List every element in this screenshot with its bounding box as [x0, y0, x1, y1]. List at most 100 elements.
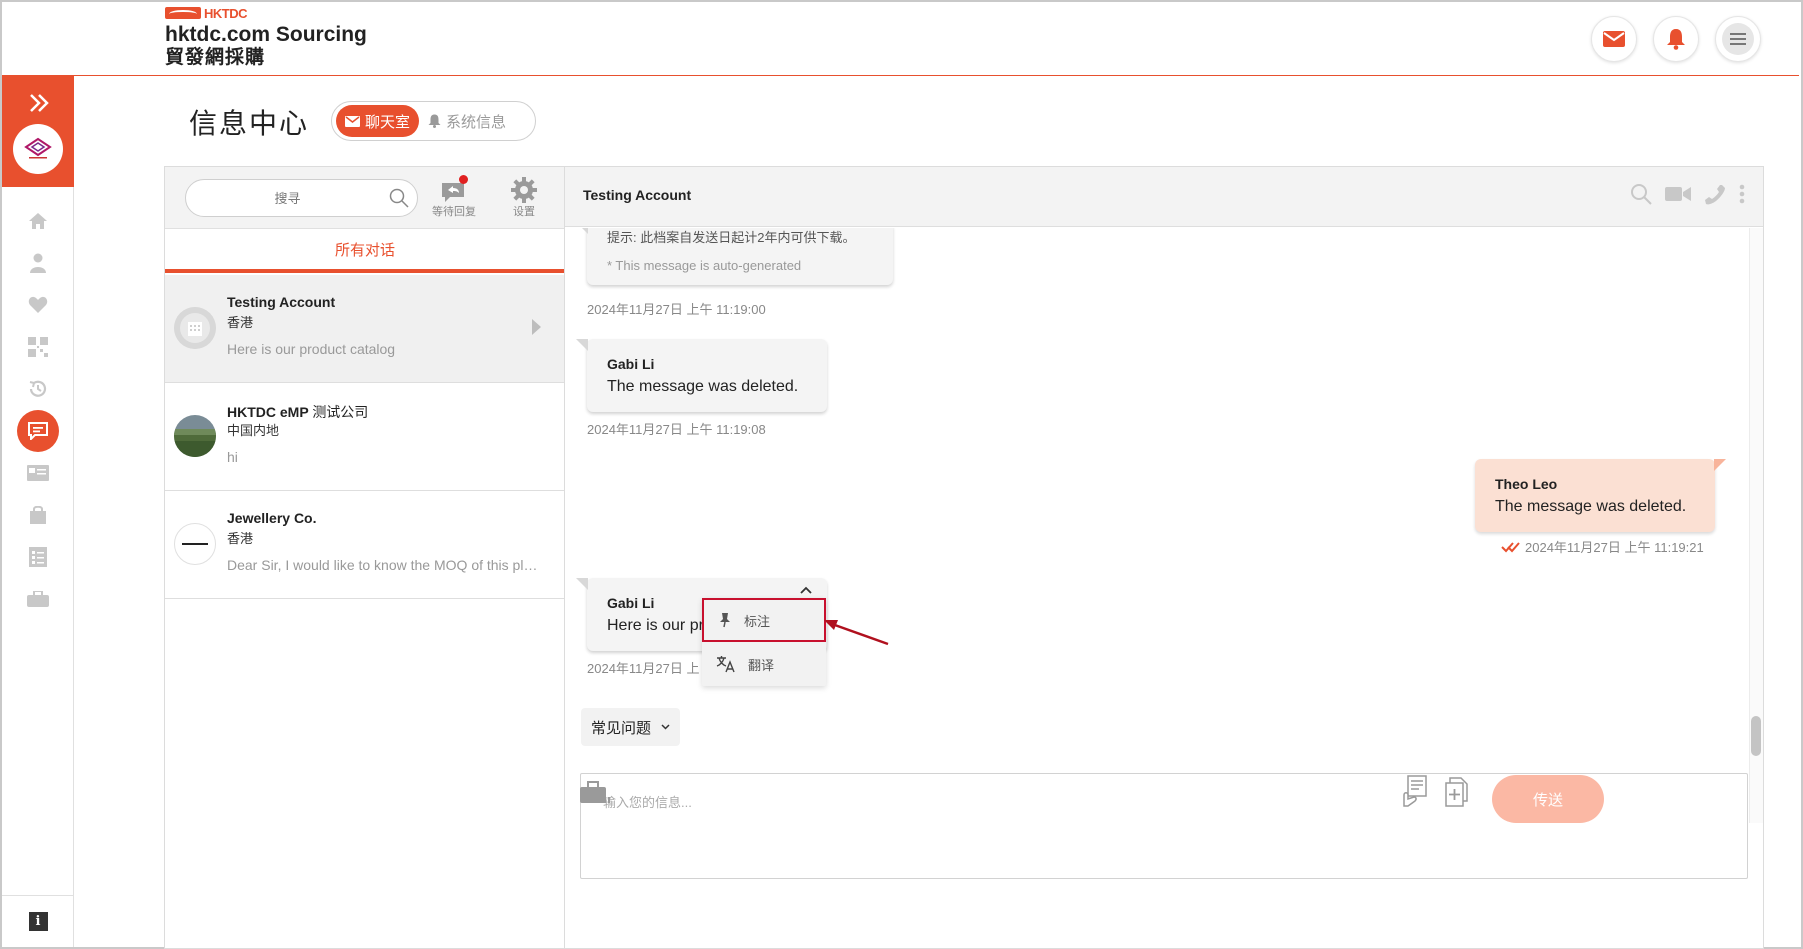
id-card-icon: [27, 465, 49, 481]
system-message: 提示: 此档案自发送日起计2年内可供下载。 * This message is …: [576, 228, 893, 285]
envelope-icon: [345, 115, 360, 127]
brand-english: hktdc.com Sourcing: [165, 23, 367, 46]
sidebar-header: [2, 76, 74, 187]
more-vertical-icon[interactable]: [1739, 184, 1745, 204]
conversation-name: Jewellery Co.: [227, 510, 317, 526]
conversation-region: 香港: [227, 531, 254, 546]
pending-reply-button[interactable]: 等待回复: [426, 173, 482, 219]
home-icon: [29, 213, 47, 229]
pin-message-option[interactable]: 标注: [702, 598, 826, 642]
company-logo-icon: [182, 543, 208, 545]
message-center-tabs: 聊天室 系统信息: [331, 101, 536, 141]
sidebar-item-briefcase[interactable]: [2, 578, 74, 620]
faq-label: 常见问题: [591, 719, 652, 737]
chat-title: Testing Account: [583, 187, 692, 203]
settings-button[interactable]: 设置: [496, 173, 552, 219]
outgoing-message[interactable]: Theo Leo The message was deleted.: [1475, 459, 1726, 532]
sidebar-item-checklist[interactable]: [2, 536, 74, 578]
conversation-item[interactable]: HKTDC eMP 测试公司 中国内地 hi: [165, 383, 565, 491]
sidebar-item-cards[interactable]: [2, 452, 74, 494]
message-list: 提示: 此档案自发送日起计2年内可供下载。 * This message is …: [565, 228, 1763, 823]
double-chevron-right-icon: [30, 94, 49, 112]
conversation-region: 香港: [227, 315, 254, 330]
add-document-icon: [1445, 777, 1468, 807]
avatar: [174, 307, 216, 349]
catalog-share-button[interactable]: [579, 781, 611, 810]
sidebar-item-home[interactable]: [2, 200, 74, 242]
send-button[interactable]: 传送: [1492, 775, 1604, 823]
checklist-icon: [29, 547, 47, 567]
translate-message-option[interactable]: 翻译: [702, 642, 826, 686]
tab-chatroom-label: 聊天室: [365, 113, 411, 131]
mail-button[interactable]: [1591, 16, 1637, 62]
message-timestamp: 2024年11月27日 上: [587, 661, 700, 676]
shopping-bag-icon: [30, 506, 46, 524]
company-avatar[interactable]: [13, 124, 63, 174]
conversation-name: HKTDC eMP 测试公司: [227, 404, 369, 420]
notification-button[interactable]: [1653, 16, 1699, 62]
attach-file-button[interactable]: [1445, 777, 1471, 812]
conversation-list-panel: 等待回复 设置 所有对话 Testing Account 香港 Here is …: [164, 166, 565, 949]
bell-icon: [428, 114, 441, 128]
conversation-region: 中国内地: [227, 423, 280, 438]
sidebar-item-favourites[interactable]: [2, 284, 74, 326]
message-timestamp: 2024年11月27日 上午 11:19:21: [1525, 540, 1704, 555]
document-hand-icon: [1403, 775, 1427, 807]
menu-button[interactable]: [1715, 16, 1761, 62]
conversation-name: Testing Account: [227, 294, 336, 310]
info-icon[interactable]: i: [28, 912, 48, 931]
mail-icon: [1603, 31, 1625, 47]
heart-icon: [28, 296, 48, 313]
search-input[interactable]: [200, 186, 375, 210]
message-timestamp: 2024年11月27日 上午 11:19:08: [587, 422, 766, 437]
tab-system-messages-label: 系统信息: [446, 113, 507, 131]
message-body: The message was deleted.: [1495, 498, 1687, 515]
pin-label: 标注: [744, 613, 771, 629]
system-message-text: 提示: 此档案自发送日起计2年内可供下载。: [607, 230, 856, 245]
unread-indicator-dot: [459, 175, 468, 184]
sidebar-footer: i: [2, 895, 74, 947]
tab-chatroom[interactable]: 聊天室: [336, 105, 420, 137]
landscape-photo-icon: [174, 415, 216, 457]
sidebar-item-orders[interactable]: [2, 494, 74, 536]
expand-sidebar-button[interactable]: [28, 92, 50, 118]
conversation-item[interactable]: Jewellery Co. 香港 Dear Sir, I would like …: [165, 491, 565, 599]
conversation-item[interactable]: Testing Account 香港 Here is our product c…: [165, 275, 565, 383]
pin-icon: [720, 613, 730, 628]
message-context-menu: 标注 翻译: [702, 598, 826, 686]
left-sidebar: i: [2, 76, 74, 947]
search-icon[interactable]: [1630, 183, 1652, 205]
hamburger-icon: [1730, 33, 1746, 45]
auto-generated-note: * This message is auto-generated: [607, 258, 802, 273]
sidebar-item-messages[interactable]: [2, 410, 74, 452]
chevron-up-icon[interactable]: [798, 583, 814, 597]
sidebar-item-history[interactable]: [2, 368, 74, 410]
search-icon[interactable]: [389, 188, 409, 208]
avatar: [174, 523, 216, 565]
form-template-button[interactable]: [1402, 775, 1428, 812]
annotation-arrow-icon: [824, 620, 889, 646]
filter-all-conversations[interactable]: 所有对话: [165, 229, 565, 273]
translate-icon: [716, 656, 735, 673]
brand-chinese: 貿發網採購: [165, 47, 266, 68]
message-sender: Gabi Li: [607, 356, 655, 372]
list-toolbar: 等待回复 设置: [165, 167, 565, 229]
site-logo[interactable]: HKTDC hktdc.com Sourcing 貿發網採購: [165, 5, 367, 69]
sidebar-item-qr-code[interactable]: [2, 326, 74, 368]
read-receipt: 2024年11月27日 上午 11:19:21: [1501, 537, 1704, 556]
faq-dropdown[interactable]: 常见问题: [581, 708, 681, 746]
scrollbar-thumb[interactable]: [1751, 716, 1761, 756]
message-scrollbar[interactable]: [1749, 228, 1763, 823]
briefcase-chart-icon: [580, 781, 610, 803]
history-icon: [29, 380, 47, 397]
video-call-icon[interactable]: [1665, 186, 1691, 202]
tab-system-messages[interactable]: 系统信息: [419, 105, 515, 137]
top-header: HKTDC hktdc.com Sourcing 貿發網採購: [2, 2, 1799, 76]
translate-label: 翻译: [748, 657, 775, 673]
pending-reply-label: 等待回复: [432, 206, 476, 218]
sidebar-item-profile[interactable]: [2, 242, 74, 284]
qr-code-icon: [28, 337, 48, 357]
incoming-message[interactable]: Gabi Li The message was deleted.: [576, 339, 827, 412]
chat-header: Testing Account: [565, 167, 1763, 227]
phone-icon[interactable]: [1704, 183, 1726, 205]
